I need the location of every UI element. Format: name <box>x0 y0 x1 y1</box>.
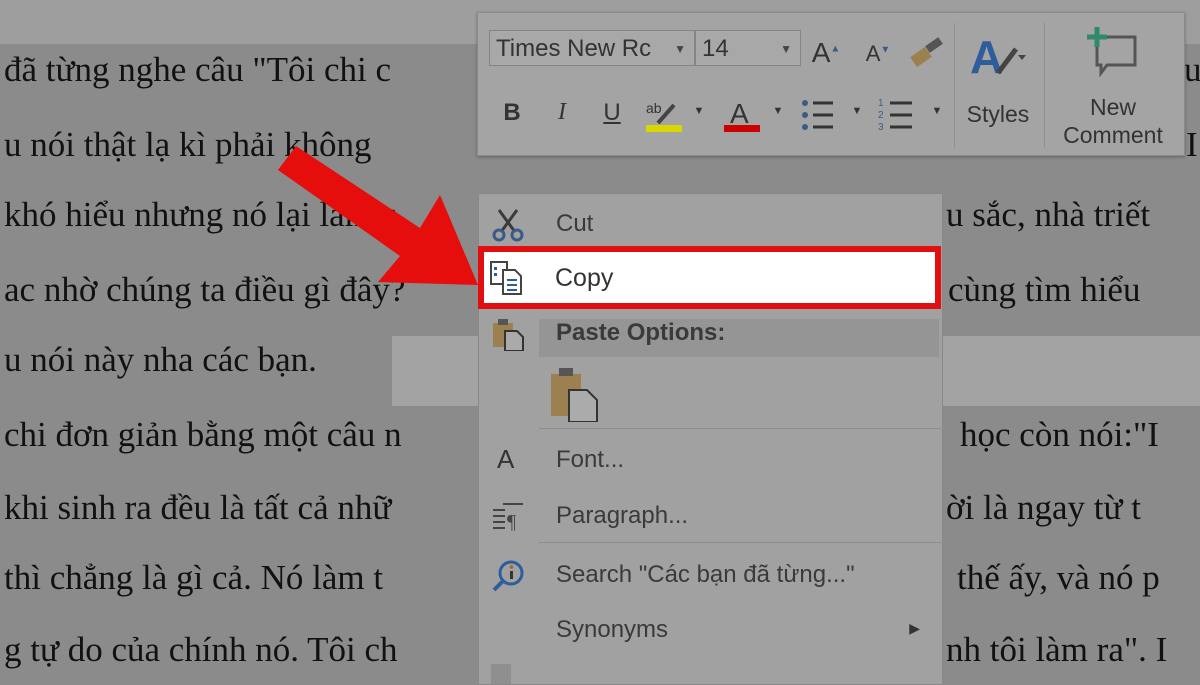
red-arrow-annotation <box>278 146 478 285</box>
arrow-icon <box>278 146 478 285</box>
